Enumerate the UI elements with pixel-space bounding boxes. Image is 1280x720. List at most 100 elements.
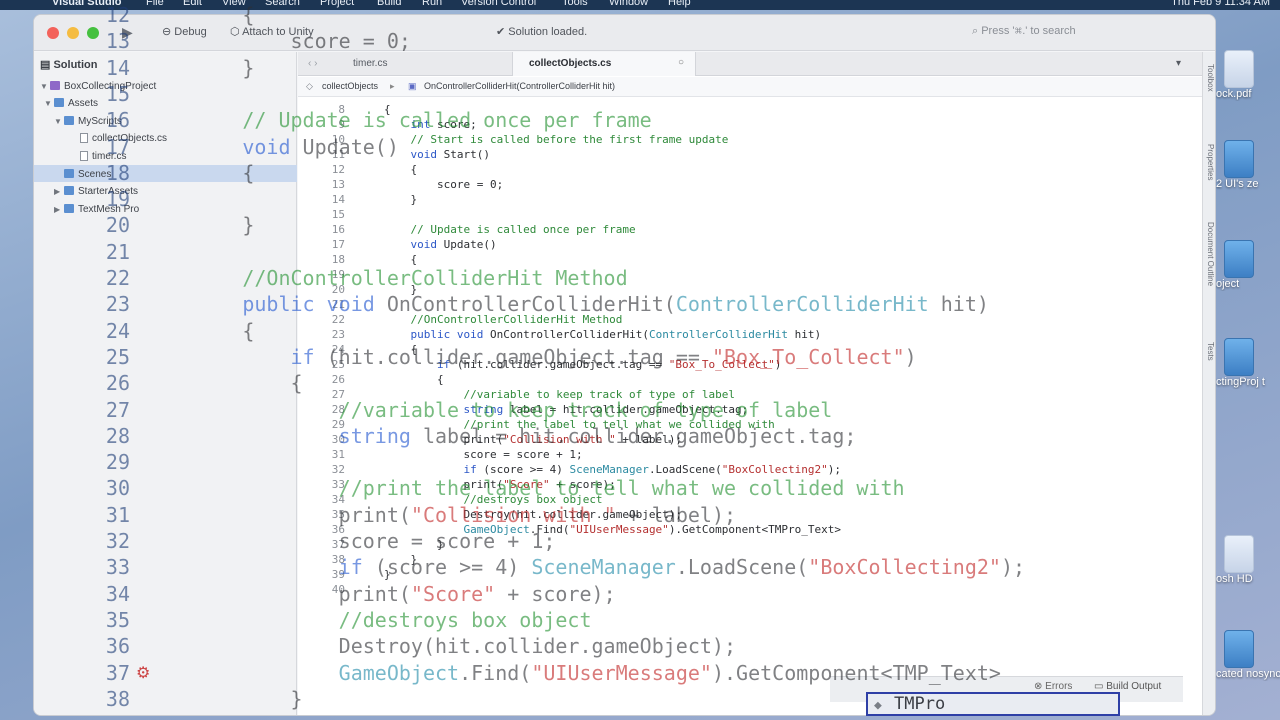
code-line[interactable]: { xyxy=(384,373,444,386)
menu-version-control[interactable]: Version Control xyxy=(461,0,536,8)
line-number: 17 xyxy=(331,238,345,251)
code-line[interactable]: print("Score" + score); xyxy=(384,478,615,491)
code-line[interactable]: { xyxy=(384,163,417,176)
code-line[interactable]: score = 0; xyxy=(384,178,503,191)
line-number: 18 xyxy=(331,253,345,266)
close-window-button[interactable] xyxy=(47,27,59,39)
attach-target-selector[interactable]: ⬡ Attach to Unity xyxy=(230,25,314,38)
code-line[interactable]: //destroys box object xyxy=(384,493,602,506)
code-line[interactable]: if (hit.collider.gameObject.tag == "Box_… xyxy=(384,358,781,371)
status-message: ✔ Solution loaded. xyxy=(496,25,587,38)
chevron-right-icon[interactable]: ▶ xyxy=(54,187,64,196)
code-line[interactable]: // Update is called once per frame xyxy=(384,223,636,236)
tree-item-assets[interactable]: ▼ Assets xyxy=(44,98,98,109)
code-line[interactable]: GameObject.Find("UIUserMessage").GetComp… xyxy=(384,523,841,536)
tree-item-solution[interactable]: ▼ BoxCollectingProject xyxy=(40,81,156,92)
menu-window[interactable]: Window xyxy=(609,0,648,8)
code-line[interactable]: { xyxy=(384,253,417,266)
pad-toolbox[interactable]: Toolbox xyxy=(1206,64,1215,92)
desktop-item[interactable]: osh HD xyxy=(1214,535,1280,586)
desktop-item[interactable]: 2 UI's ze xyxy=(1214,140,1280,191)
minimize-window-button[interactable] xyxy=(67,27,79,39)
desktop-item[interactable]: cated nosync xyxy=(1214,630,1280,681)
line-number: 9 xyxy=(338,118,345,131)
tree-item-myscripts[interactable]: ▼ MyScripts xyxy=(54,116,122,127)
tab-timer[interactable]: timer.cs xyxy=(353,58,387,69)
error-marker-icon[interactable]: ⚙ xyxy=(136,663,150,683)
code-line[interactable]: string label = hit.collider.gameObject.t… xyxy=(384,403,748,416)
code-line[interactable]: print("Collision with " + label); xyxy=(384,433,682,446)
desktop-item[interactable]: ock.pdf xyxy=(1214,50,1280,101)
line-number: 23 xyxy=(331,328,345,341)
menu-view[interactable]: View xyxy=(222,0,246,8)
pad-properties[interactable]: Properties xyxy=(1206,144,1215,180)
menu-run[interactable]: Run xyxy=(422,0,442,8)
line-number: 8 xyxy=(338,103,345,116)
tree-item-starterassets[interactable]: ▶ StarterAssets xyxy=(54,186,138,197)
menu-build[interactable]: Build xyxy=(377,0,401,8)
line-number: 32 xyxy=(331,463,345,476)
title-bar: ▶ ⊖ Debug ⬡ Attach to Unity ✔ Solution l… xyxy=(34,15,1215,51)
menu-help[interactable]: Help xyxy=(668,0,691,8)
menu-project[interactable]: Project xyxy=(320,0,354,8)
code-line[interactable]: } xyxy=(384,568,391,581)
menu-file[interactable]: File xyxy=(146,0,164,8)
breadcrumb-member[interactable]: OnControllerColliderHit(ControllerCollid… xyxy=(424,81,615,91)
tree-item-collectobjects[interactable]: collectObjects.cs xyxy=(80,133,167,144)
hard-drive-icon xyxy=(1224,535,1254,573)
search-field[interactable]: ⌕ Press '⌘.' to search xyxy=(972,25,1076,38)
line-number: 10 xyxy=(331,133,345,146)
errors-pad-button[interactable]: ⊗ Errors xyxy=(1034,681,1072,692)
tab-close-icon[interactable]: ○ xyxy=(678,57,684,68)
code-line[interactable]: // Start is called before the first fram… xyxy=(384,133,729,146)
tree-item-timer[interactable]: timer.cs xyxy=(80,151,126,162)
tab-scroll-back-icon[interactable]: ‹ › xyxy=(308,58,317,69)
chevron-down-icon[interactable]: ▼ xyxy=(44,99,54,108)
line-number: 13 xyxy=(331,178,345,191)
code-line[interactable]: Destroy(hit.collider.gameObject); xyxy=(384,508,682,521)
code-line[interactable]: public void OnControllerColliderHit(Cont… xyxy=(384,328,822,341)
tab-collectobjects[interactable]: collectObjects.cs xyxy=(529,58,611,69)
code-line[interactable]: { xyxy=(384,103,391,116)
breadcrumb-file[interactable]: collectObjects xyxy=(322,81,378,91)
menu-edit[interactable]: Edit xyxy=(183,0,202,8)
code-line[interactable]: //variable to keep track of type of labe… xyxy=(384,388,735,401)
chevron-right-icon[interactable]: ▶ xyxy=(54,205,64,214)
zoom-window-button[interactable] xyxy=(87,27,99,39)
menu-clock[interactable]: Thu Feb 9 11:34 AM xyxy=(1171,0,1270,8)
tree-item-scenes[interactable]: Scenes xyxy=(54,169,111,180)
code-line[interactable]: //OnControllerColliderHit Method xyxy=(384,313,623,326)
line-number: 14 xyxy=(331,193,345,206)
autocomplete-popup[interactable]: ◆ TMPro xyxy=(866,692,1120,716)
desktop-item[interactable]: oject xyxy=(1214,240,1280,291)
line-number: 40 xyxy=(331,583,345,596)
config-icon: ⊖ xyxy=(162,26,175,38)
code-line[interactable]: if (score >= 4) SceneManager.LoadScene("… xyxy=(384,463,841,476)
code-line[interactable]: score = score + 1; xyxy=(384,448,582,461)
tab-overflow-icon[interactable]: ▾ xyxy=(1176,58,1181,69)
chevron-down-icon[interactable]: ▼ xyxy=(54,117,64,126)
folder-icon xyxy=(64,186,74,195)
code-line[interactable]: int score; xyxy=(384,118,477,131)
chevron-down-icon[interactable]: ▼ xyxy=(40,82,50,91)
code-line[interactable]: //print the label to tell what we collid… xyxy=(384,418,774,431)
menu-app-name[interactable]: Visual Studio xyxy=(52,0,121,8)
code-line[interactable]: void Update() xyxy=(384,238,497,251)
code-line[interactable]: } xyxy=(384,553,417,566)
code-line[interactable]: } xyxy=(384,193,417,206)
pad-document-outline[interactable]: Document Outline xyxy=(1206,222,1215,286)
tree-item-textmeshpro[interactable]: ▶ TextMesh Pro xyxy=(54,204,139,215)
line-number: 30 xyxy=(331,433,345,446)
code-line[interactable]: { xyxy=(384,343,417,356)
menu-tools[interactable]: Tools xyxy=(562,0,588,8)
menu-search[interactable]: Search xyxy=(265,0,300,8)
code-line[interactable]: void Start() xyxy=(384,148,490,161)
run-icon[interactable]: ▶ xyxy=(122,24,133,41)
code-line[interactable]: } xyxy=(384,538,444,551)
code-line[interactable]: } xyxy=(384,283,417,296)
configuration-selector[interactable]: ⊖ Debug xyxy=(162,25,207,38)
build-output-pad-button[interactable]: ▭ Build Output xyxy=(1094,681,1161,692)
desktop-item[interactable]: ctingProj t xyxy=(1214,338,1280,389)
line-number: 36 xyxy=(331,523,345,536)
pad-tests[interactable]: Tests xyxy=(1206,342,1215,361)
